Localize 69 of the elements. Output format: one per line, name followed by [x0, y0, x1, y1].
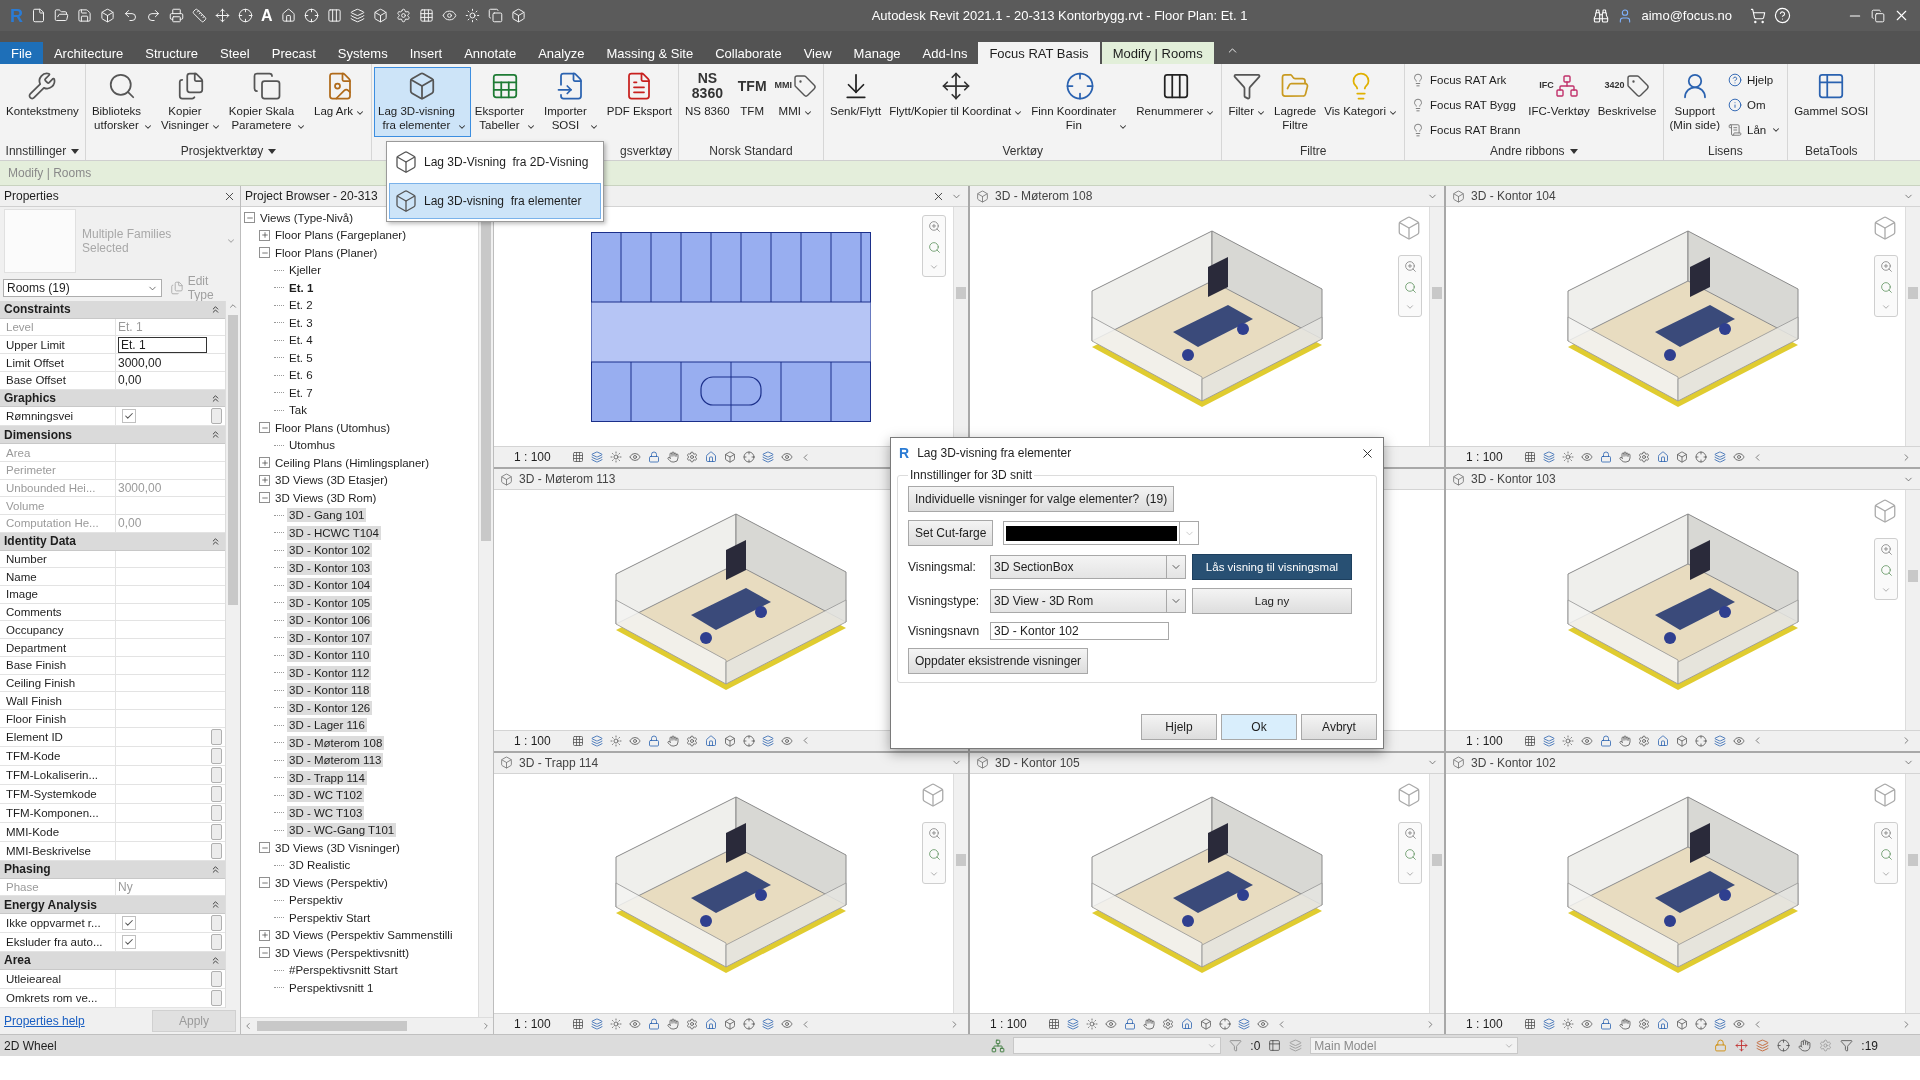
property-value: 3000,00 — [118, 355, 162, 370]
property-label: Eksluder fra auto... — [0, 933, 116, 952]
panel-title: Norsk Standard — [709, 144, 793, 158]
property-label: Phase — [0, 878, 116, 896]
icon-text: NS 8360 — [691, 71, 723, 101]
panel-title: gsverktøy — [620, 144, 672, 158]
panel-title: Verktøy — [1002, 144, 1044, 158]
property-label: Name — [0, 568, 116, 585]
group-header: Area — [4, 953, 31, 968]
property-value: 0,00 — [118, 373, 142, 388]
property-label: Floor Finish — [0, 710, 116, 727]
panel-title: Lisens — [1708, 144, 1743, 158]
property-label: Upper Limit — [0, 336, 116, 354]
status-hint: 2D Wheel — [4, 1038, 57, 1053]
property-label: Image — [0, 586, 116, 603]
property-label: Wall Finish — [0, 692, 116, 710]
property-label: Omkrets rom ve... — [0, 988, 116, 1007]
property-label: TFM-Lokaliserin... — [0, 765, 116, 784]
property-label: Limit Offset — [0, 354, 116, 371]
property-label: TFM-Komponen... — [0, 803, 116, 822]
icon-text: 3420 — [1604, 81, 1625, 91]
property-label: Level — [0, 318, 116, 336]
filter-count: :0 — [1250, 1038, 1261, 1053]
group-header: Phasing — [4, 862, 51, 877]
app-logo: R — [899, 446, 910, 460]
field-label: Visningstype: — [908, 594, 981, 608]
group-header: Graphics — [4, 391, 57, 406]
dialog-title: Lag 3D-visning fra elementer — [917, 446, 1072, 460]
group-label: Innstillinger for 3D snitt — [909, 468, 1034, 482]
panel-title: Project Browser - 20-313 — [245, 189, 378, 203]
property-label: Ikke oppvarmet r... — [0, 914, 116, 933]
field-label: Visningsmal: — [908, 560, 977, 574]
selection-count: :19 — [1861, 1038, 1878, 1053]
property-label: Volume — [0, 497, 116, 515]
property-label: Unbounded Hei... — [0, 479, 116, 497]
field-label: Visningsnavn — [908, 624, 981, 638]
property-value: Et. 1 — [118, 320, 143, 335]
group-header: Constraints — [4, 302, 71, 317]
property-value: 3000,00 — [118, 480, 162, 495]
group-header: Identity Data — [4, 534, 76, 549]
property-label: Comments — [0, 603, 116, 621]
property-label: Rømningsvei — [0, 407, 116, 426]
property-label: Perimeter — [0, 461, 116, 479]
icon-text: IFC — [1539, 81, 1554, 91]
panel-title: BetaTools — [1804, 144, 1858, 158]
panel-title: Properties — [4, 189, 59, 203]
property-label: Area — [0, 444, 116, 461]
property-label: TFM-Kode — [0, 746, 116, 765]
icon-text: TFM — [737, 78, 767, 94]
property-label: MMI-Kode — [0, 822, 116, 841]
group-header: Energy Analysis — [4, 897, 97, 912]
property-label: MMI-Beskrivelse — [0, 841, 116, 860]
icon-text: MMI — [774, 81, 793, 91]
property-value: Ny — [118, 880, 133, 894]
property-label: Number — [0, 550, 116, 568]
property-label: Base Finish — [0, 656, 116, 674]
window-title: Autodesk Revit 2021.1 - 20-313 Kontorbygg.rvt - Floor Plan: Et. 1 — [870, 8, 1249, 23]
property-label: Computation He... — [0, 515, 116, 532]
property-label: Department — [0, 639, 116, 656]
property-label: Base Offset — [0, 371, 116, 389]
group-header: Dimensions — [4, 427, 72, 442]
property-label: Utleieareal — [0, 969, 116, 988]
property-label: TFM-Systemkode — [0, 784, 116, 803]
property-value: 0,00 — [118, 516, 142, 531]
panel-title: Filtre — [1299, 144, 1327, 158]
property-label: Ceiling Finish — [0, 674, 116, 692]
options-bar-label: Modify | Rooms — [8, 166, 92, 180]
property-label: Occupancy — [0, 621, 116, 639]
property-label: Element ID — [0, 727, 116, 746]
